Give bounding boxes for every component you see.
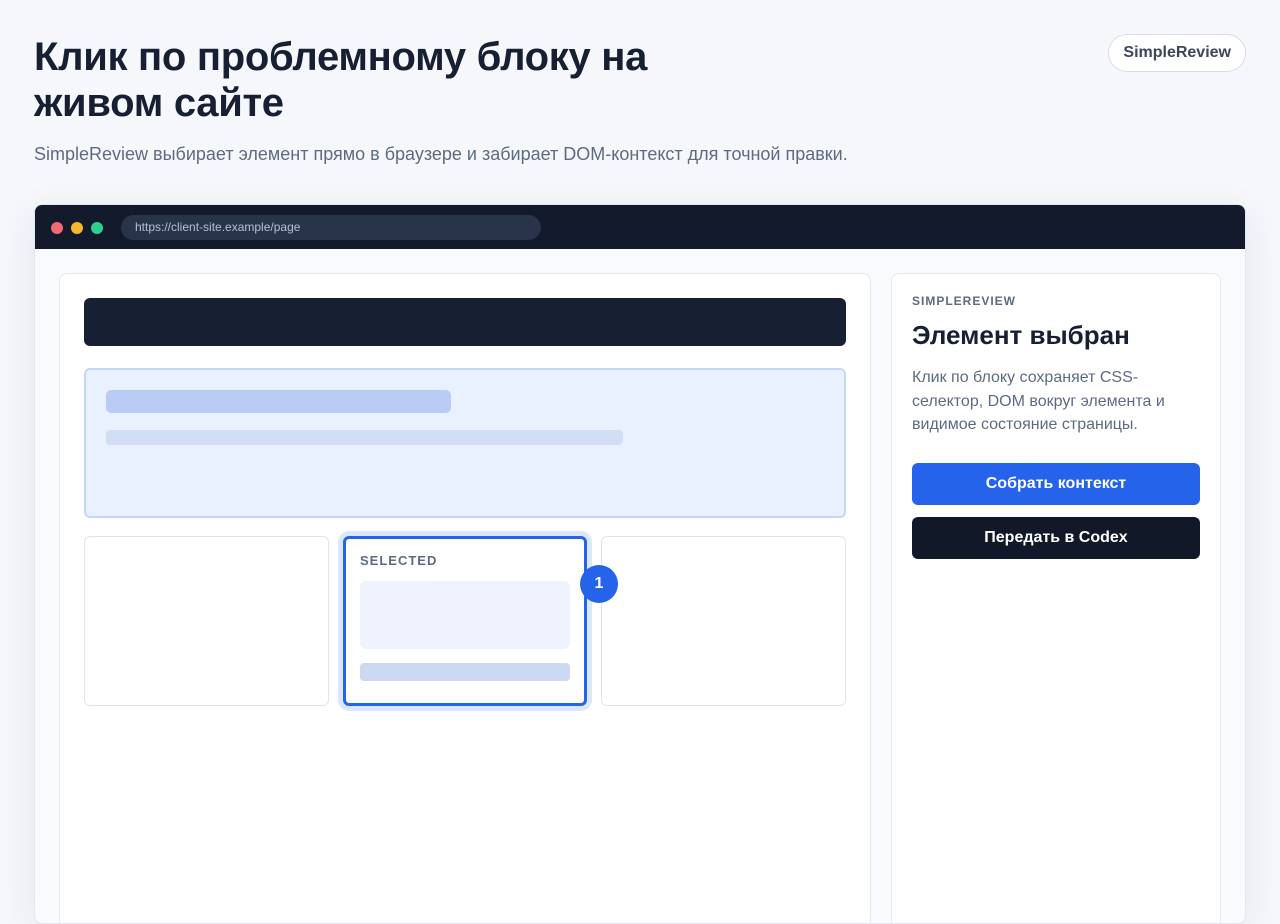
maximize-window-dot-icon[interactable] xyxy=(91,222,103,234)
selected-card-image-placeholder xyxy=(360,581,570,649)
panel-title: Элемент выбран xyxy=(912,320,1130,350)
page-header: Клик по проблемному блоку на живом сайте… xyxy=(34,34,1246,166)
close-window-dot-icon[interactable] xyxy=(51,222,63,234)
selected-card-label: SELECTED xyxy=(360,553,438,568)
site-nav-bar[interactable] xyxy=(84,298,846,346)
site-card-selected[interactable]: SELECTED xyxy=(343,536,587,706)
selected-card-text-placeholder xyxy=(360,663,570,681)
client-site-preview: SELECTED 1 xyxy=(59,273,871,923)
browser-window: https://client-site.example/page SELECTE… xyxy=(34,204,1246,924)
brand-badge: SimpleReview xyxy=(1108,34,1246,72)
page-subtitle: SimpleReview выбирает элемент прямо в бр… xyxy=(34,144,848,164)
site-card-left[interactable] xyxy=(84,536,329,706)
url-bar[interactable]: https://client-site.example/page xyxy=(121,215,541,240)
site-hero-block[interactable] xyxy=(84,368,846,518)
hero-text-placeholder xyxy=(106,430,623,445)
send-to-codex-button[interactable]: Передать в Codex xyxy=(912,517,1200,559)
selection-number-badge[interactable]: 1 xyxy=(580,565,618,603)
minimize-window-dot-icon[interactable] xyxy=(71,222,83,234)
panel-kicker: SIMPLEREVIEW xyxy=(912,294,1017,308)
simplereview-panel: SIMPLEREVIEW Элемент выбран Клик по блок… xyxy=(891,273,1221,923)
collect-context-button[interactable]: Собрать контекст xyxy=(912,463,1200,505)
hero-heading-placeholder xyxy=(106,390,451,413)
browser-titlebar: https://client-site.example/page xyxy=(35,205,1245,249)
site-card-right[interactable] xyxy=(601,536,846,706)
page-title: Клик по проблемному блоку на живом сайте xyxy=(34,35,648,125)
panel-description: Клик по блоку сохраняет CSS-селектор, DO… xyxy=(912,369,1165,433)
